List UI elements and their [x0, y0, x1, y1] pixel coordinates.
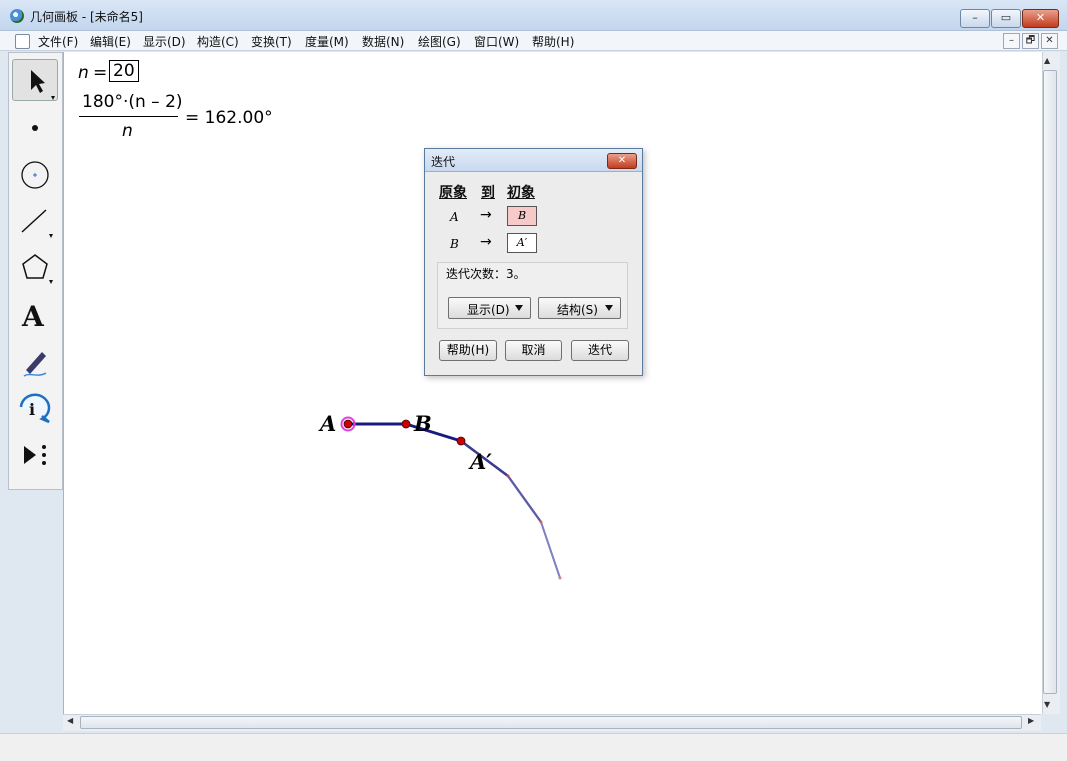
map-row-2-to-field[interactable]: A′: [507, 233, 537, 253]
iterated-point-1: [506, 474, 510, 478]
dialog-close-button[interactable]: ✕: [607, 153, 637, 169]
vertical-scroll-thumb[interactable]: [1043, 70, 1057, 694]
iterated-point-2: [539, 520, 543, 524]
map-row-2-from: B: [450, 237, 459, 251]
scroll-up-icon[interactable]: ▲: [1044, 56, 1050, 65]
dialog-title-bar[interactable]: 迭代 ✕: [425, 149, 642, 172]
scroll-down-icon[interactable]: ▼: [1044, 700, 1050, 709]
label-a[interactable]: A: [320, 411, 336, 436]
map-row-1-arrow: →: [480, 207, 492, 223]
point-a-prime[interactable]: [456, 436, 466, 446]
column-preimage: 原象: [439, 185, 467, 201]
iterate-dialog: 迭代 ✕ 原象 到 初象 A → B B → A′ 迭代次数：3。 显示(D) …: [424, 148, 643, 376]
map-row-2-arrow: →: [480, 234, 492, 250]
label-a-prime[interactable]: A′: [470, 449, 492, 474]
horizontal-scroll-thumb[interactable]: [80, 716, 1022, 729]
iterated-segment-2: [507, 475, 542, 523]
iterate-button[interactable]: 迭代: [571, 340, 629, 361]
chevron-down-icon: [605, 305, 613, 311]
label-b[interactable]: B: [414, 411, 432, 436]
scroll-left-icon[interactable]: ◀: [67, 716, 73, 725]
point-a[interactable]: [343, 419, 353, 429]
column-to: 到: [481, 185, 495, 201]
column-image: 初象: [507, 185, 535, 201]
scroll-right-icon[interactable]: ▶: [1028, 716, 1034, 725]
geometry-layer: [340, 416, 562, 580]
display-dropdown[interactable]: 显示(D): [448, 297, 531, 319]
iteration-count: 迭代次数：3。: [446, 267, 526, 281]
map-row-1-from: A: [450, 210, 459, 224]
structure-dropdown[interactable]: 结构(S): [538, 297, 621, 319]
chevron-down-icon: [515, 305, 523, 311]
display-dropdown-label: 显示(D): [467, 303, 510, 317]
help-button[interactable]: 帮助(H): [439, 340, 497, 361]
point-b[interactable]: [401, 419, 411, 429]
status-bar: [0, 733, 1067, 761]
dialog-title: 迭代: [431, 155, 456, 169]
cancel-button[interactable]: 取消: [505, 340, 562, 361]
structure-dropdown-label: 结构(S): [557, 303, 598, 317]
iterated-segment-3: [540, 521, 561, 579]
iterated-point-3: [558, 576, 562, 580]
map-row-1-to-field[interactable]: B: [507, 206, 537, 226]
